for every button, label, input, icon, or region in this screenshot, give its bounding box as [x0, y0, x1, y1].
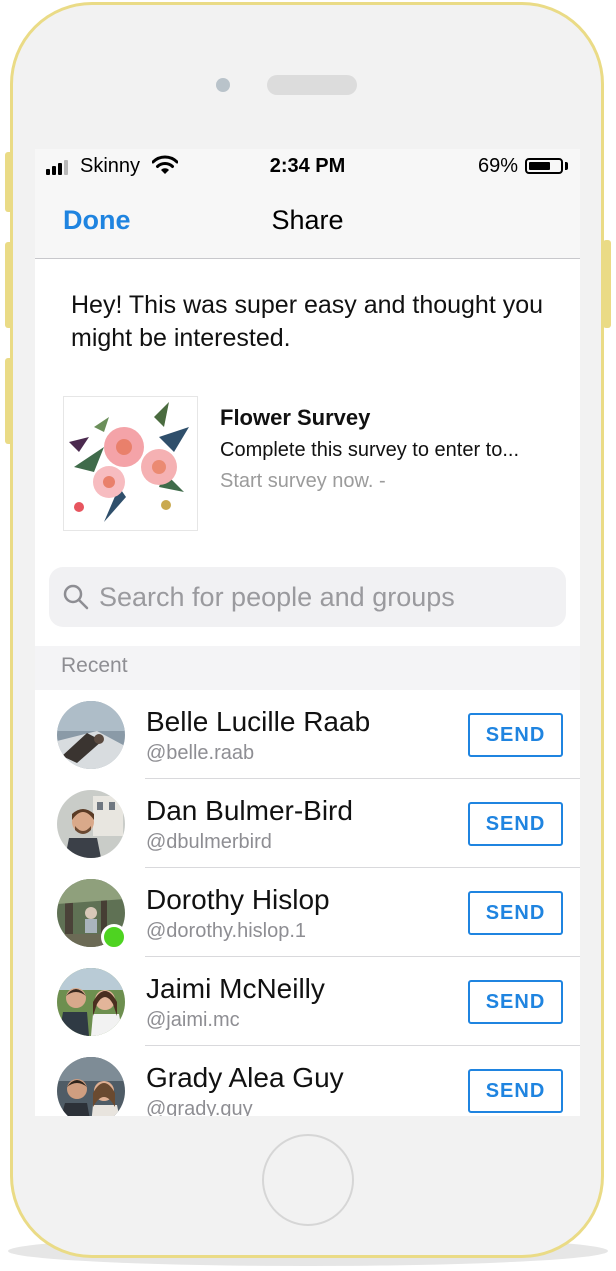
battery-level — [529, 162, 550, 170]
contact-name: Grady Alea Guy — [146, 1062, 344, 1093]
home-button[interactable] — [262, 1134, 354, 1226]
search-bar[interactable] — [49, 567, 566, 627]
avatar[interactable] — [57, 968, 125, 1036]
contact-handle: @dbulmerbird — [146, 831, 272, 853]
avatar[interactable] — [57, 1057, 125, 1116]
section-label: Recent — [61, 654, 128, 677]
front-camera — [216, 78, 230, 92]
survey-description: Complete this survey to enter to... — [220, 439, 520, 461]
navigation-bar: Done Share — [35, 183, 580, 259]
contact-handle: @belle.raab — [146, 742, 255, 764]
page-title: Share — [271, 205, 344, 235]
contact-row-jaimi[interactable]: Jaimi McNeilly @jaimi.mc SEND — [35, 957, 580, 1046]
contact-name: Dorothy Hislop — [146, 884, 330, 915]
battery-icon — [525, 158, 563, 174]
survey-thumbnail[interactable] — [63, 396, 198, 531]
contact-row-dorothy[interactable]: Dorothy Hislop @dorothy.hislop.1 SEND — [35, 868, 580, 957]
earpiece-speaker — [267, 75, 357, 95]
contact-row-belle[interactable]: Belle Lucille Raab @belle.raab SEND — [35, 690, 580, 779]
contact-row-dan[interactable]: Dan Bulmer-Bird @dbulmerbird SEND — [35, 779, 580, 868]
survey-title[interactable]: Flower Survey — [220, 405, 370, 431]
share-screen: Skinny 2:34 PM 69% Done Share Hey! This … — [35, 149, 580, 1116]
flower-illustration — [69, 402, 189, 522]
contact-handle: @jaimi.mc — [146, 1009, 240, 1031]
volume-down-button — [5, 358, 13, 444]
online-status-indicator — [101, 924, 127, 950]
contact-name: Dan Bulmer-Bird — [146, 795, 353, 826]
mute-switch — [5, 152, 13, 212]
search-icon — [63, 584, 89, 615]
send-button[interactable]: SEND — [468, 891, 563, 935]
contact-name: Jaimi McNeilly — [146, 973, 325, 1004]
contact-name: Belle Lucille Raab — [146, 706, 371, 737]
battery-tip — [565, 162, 568, 170]
send-button[interactable]: SEND — [468, 1069, 563, 1113]
send-button[interactable]: SEND — [468, 713, 563, 757]
recent-section-header: Recent — [35, 646, 580, 690]
power-button — [603, 240, 611, 328]
avatar[interactable] — [57, 701, 125, 769]
send-button[interactable]: SEND — [468, 980, 563, 1024]
contact-handle: @grady.guy — [146, 1098, 253, 1116]
contact-handle: @dorothy.hislop.1 — [146, 920, 307, 942]
search-input[interactable] — [99, 567, 549, 627]
battery-percentage: 69% — [478, 155, 519, 177]
send-button[interactable]: SEND — [468, 802, 563, 846]
avatar[interactable] — [57, 790, 125, 858]
share-message[interactable]: Hey! This was super easy and thought you… — [71, 289, 561, 355]
survey-link-text[interactable]: Start survey now. - — [220, 470, 386, 493]
volume-up-button — [5, 242, 13, 328]
contact-row-grady[interactable]: Grady Alea Guy @grady.guy SEND — [35, 1046, 580, 1116]
status-bar: Skinny 2:34 PM 69% — [35, 149, 580, 183]
